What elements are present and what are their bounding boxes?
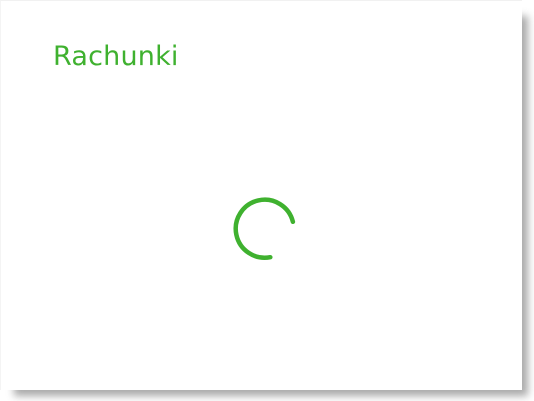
screen: Rachunki [0,0,534,401]
spinner-arc [233,197,296,260]
card-title: Rachunki [53,41,179,72]
accounts-card: Rachunki [0,0,522,390]
loading-spinner-icon [233,197,296,260]
